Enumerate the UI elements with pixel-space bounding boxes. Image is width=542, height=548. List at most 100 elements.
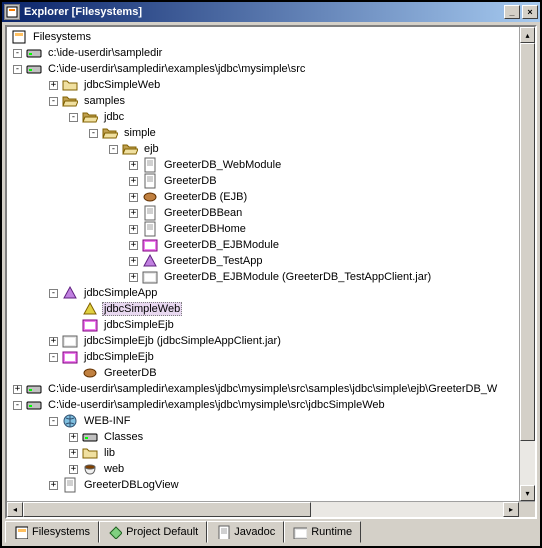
tree-node[interactable]: jdbcSimpleEjb (jdbcSimpleAppClient.jar): [82, 335, 283, 347]
tree-node[interactable]: GreeterDB: [162, 175, 219, 187]
page-icon: [142, 157, 158, 173]
expand-toggle[interactable]: -: [49, 97, 58, 106]
triangle-icon: [62, 285, 78, 301]
expand-toggle[interactable]: +: [129, 209, 138, 218]
tree-node[interactable]: GreeterDB: [102, 367, 159, 379]
titlebar: Explorer [Filesystems] _ ×: [2, 2, 540, 22]
tree-node[interactable]: GreeterDB (EJB): [162, 191, 249, 203]
tree-node[interactable]: WEB-INF: [82, 415, 132, 427]
explorer-window: Explorer [Filesystems] _ × Filesystems -…: [0, 0, 542, 548]
module-icon: [82, 317, 98, 333]
tree-node[interactable]: GreeterDBLogView: [82, 479, 181, 491]
module-icon: [142, 237, 158, 253]
drive-icon: [26, 381, 42, 397]
tab-label: Filesystems: [32, 526, 90, 538]
expand-toggle[interactable]: +: [129, 225, 138, 234]
tree-node[interactable]: jdbc: [102, 111, 126, 123]
expand-toggle[interactable]: +: [49, 481, 58, 490]
tree-node[interactable]: ejb: [142, 143, 161, 155]
folder-open-icon: [82, 109, 98, 125]
filesystems-icon: [11, 29, 27, 45]
page-icon: [142, 173, 158, 189]
module-icon: [62, 333, 78, 349]
tree-node[interactable]: jdbcSimpleEjb: [82, 351, 156, 363]
tree-node[interactable]: C:\ide-userdir\sampledir\examples\jdbc\m…: [46, 63, 307, 75]
bean-icon: [82, 365, 98, 381]
expand-toggle[interactable]: +: [69, 465, 78, 474]
expand-toggle[interactable]: +: [129, 161, 138, 170]
tab-project-default[interactable]: Project Default: [99, 521, 207, 543]
page-icon: [216, 525, 230, 539]
tree-node[interactable]: GreeterDB_EJBModule (GreeterDB_TestAppCl…: [162, 271, 433, 283]
expand-toggle[interactable]: +: [129, 257, 138, 266]
expand-toggle[interactable]: -: [109, 145, 118, 154]
tree-node-selected[interactable]: jdbcSimpleWeb: [102, 302, 182, 316]
folder-icon: [62, 77, 78, 93]
expand-toggle[interactable]: +: [129, 177, 138, 186]
tree-root[interactable]: Filesystems: [31, 31, 93, 43]
scroll-left-button[interactable]: ◂: [7, 502, 23, 517]
scroll-thumb[interactable]: [520, 43, 535, 441]
tree-node[interactable]: C:\ide-userdir\sampledir\examples\jdbc\m…: [46, 399, 387, 411]
expand-toggle[interactable]: -: [13, 65, 22, 74]
expand-toggle[interactable]: +: [129, 273, 138, 282]
tree-node[interactable]: simple: [122, 127, 158, 139]
drive-icon: [26, 45, 42, 61]
expand-toggle[interactable]: +: [129, 241, 138, 250]
folder-icon: [82, 445, 98, 461]
tree-node[interactable]: GreeterDB_EJBModule: [162, 239, 281, 251]
bean-icon: [142, 189, 158, 205]
expand-toggle[interactable]: -: [49, 353, 58, 362]
minimize-button[interactable]: _: [504, 5, 520, 19]
module-icon: [62, 349, 78, 365]
expand-toggle[interactable]: +: [69, 449, 78, 458]
tree-node[interactable]: web: [102, 463, 126, 475]
expand-toggle[interactable]: -: [13, 401, 22, 410]
tree-node[interactable]: GreeterDBHome: [162, 223, 248, 235]
folder-open-icon: [122, 141, 138, 157]
tree-node[interactable]: jdbcSimpleEjb: [102, 319, 176, 331]
scroll-right-button[interactable]: ▸: [503, 502, 519, 517]
tree-node[interactable]: GreeterDBBean: [162, 207, 244, 219]
expand-toggle[interactable]: +: [49, 81, 58, 90]
tree-node[interactable]: lib: [102, 447, 117, 459]
tree-node[interactable]: samples: [82, 95, 127, 107]
expand-toggle[interactable]: -: [89, 129, 98, 138]
expand-toggle[interactable]: -: [13, 49, 22, 58]
app-icon: [4, 4, 20, 20]
horizontal-scrollbar[interactable]: ◂ ▸: [7, 501, 535, 517]
close-button[interactable]: ×: [522, 5, 538, 19]
drive-icon: [26, 397, 42, 413]
scroll-up-button[interactable]: ▴: [520, 27, 535, 43]
tab-javadoc[interactable]: Javadoc: [207, 521, 284, 543]
expand-toggle[interactable]: -: [49, 417, 58, 426]
vertical-scrollbar[interactable]: ▴ ▾: [519, 27, 535, 501]
expand-toggle[interactable]: -: [69, 113, 78, 122]
expand-toggle[interactable]: -: [49, 289, 58, 298]
page-icon: [142, 205, 158, 221]
tree-node[interactable]: Classes: [102, 431, 145, 443]
expand-toggle[interactable]: +: [13, 385, 22, 394]
filesystem-tree[interactable]: Filesystems - c:\ide-userdir\sampledir -…: [7, 27, 519, 495]
scroll-thumb[interactable]: [23, 502, 311, 517]
expand-toggle[interactable]: +: [129, 193, 138, 202]
folder-open-icon: [102, 125, 118, 141]
tree-node[interactable]: GreeterDB_WebModule: [162, 159, 283, 171]
expand-toggle[interactable]: +: [49, 337, 58, 346]
globe-icon: [62, 413, 78, 429]
tree-node[interactable]: C:\ide-userdir\sampledir\examples\jdbc\m…: [46, 383, 499, 395]
module-icon: [293, 525, 307, 539]
page-icon: [142, 221, 158, 237]
tree-node[interactable]: jdbcSimpleApp: [82, 287, 159, 299]
tab-label: Project Default: [126, 526, 198, 538]
tab-filesystems[interactable]: Filesystems: [5, 521, 99, 543]
scroll-down-button[interactable]: ▾: [520, 485, 535, 501]
expand-toggle[interactable]: +: [69, 433, 78, 442]
tree-node[interactable]: c:\ide-userdir\sampledir: [46, 47, 164, 59]
filesystems-icon: [14, 525, 28, 539]
triangle-yellow-icon: [82, 301, 98, 317]
cup-icon: [82, 461, 98, 477]
tab-runtime[interactable]: Runtime: [284, 521, 361, 543]
tree-node[interactable]: jdbcSimpleWeb: [82, 79, 162, 91]
tree-node[interactable]: GreeterDB_TestApp: [162, 255, 264, 267]
